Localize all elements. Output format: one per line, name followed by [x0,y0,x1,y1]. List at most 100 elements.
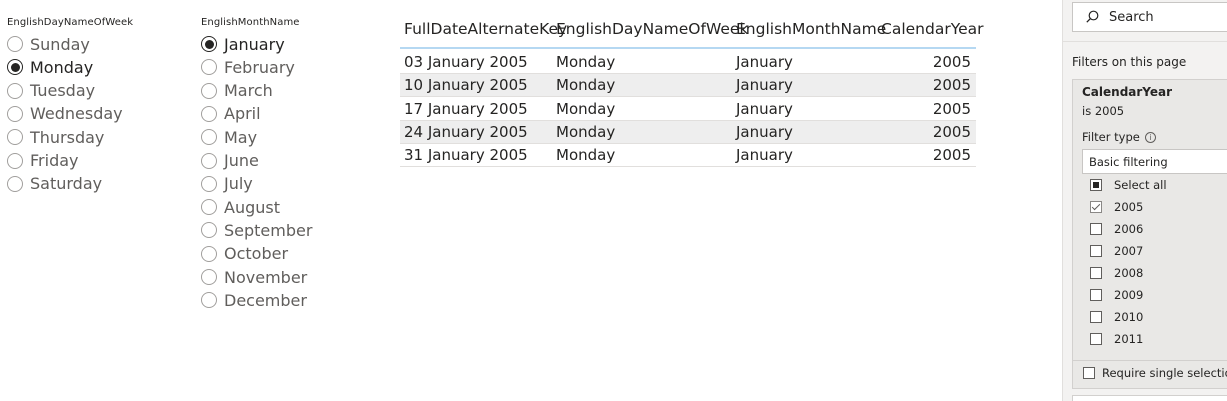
search-icon [1086,10,1099,23]
table-row[interactable]: 10 January 2005 Monday January 2005 [400,74,976,98]
select-all-label: Select all [1114,178,1167,192]
table-row[interactable]: 17 January 2005 Monday January 2005 [400,98,976,121]
month-option-february[interactable]: February [201,56,295,78]
table-row[interactable]: 31 January 2005 Monday January 2005 [400,144,976,168]
radio-button[interactable] [7,129,23,146]
column-header-fulldatealternatekey[interactable]: FullDateAlternateKey [404,20,567,38]
filter-item-2008[interactable]: 2008 [1090,264,1143,282]
info-icon[interactable]: i [1144,131,1156,143]
filter-item-label: 2007 [1114,244,1144,258]
table-cell-date: 10 January 2005 [404,76,528,95]
day-option-monday[interactable]: Monday [7,56,93,78]
day-option-sunday[interactable]: Sunday [7,33,90,55]
month-option-may[interactable]: May [201,126,257,148]
checkbox[interactable] [1090,333,1102,345]
filter-type-dropdown[interactable]: Basic filtering [1082,149,1227,174]
filter-field-name: CalendarYear [1082,85,1173,99]
day-option-friday[interactable]: Friday [7,150,79,172]
filter-item-2007[interactable]: 2007 [1090,242,1143,260]
filter-search-box[interactable]: Search [1072,2,1227,32]
month-option-march[interactable]: March [201,80,273,102]
checkbox[interactable] [1090,223,1102,235]
checkbox[interactable] [1090,267,1102,279]
column-header-englishdaynameofweek[interactable]: EnglishDayNameOfWeek [556,20,748,38]
filter-item-2010[interactable]: 2010 [1090,308,1143,326]
day-slicer-title: EnglishDayNameOfWeek [7,17,134,28]
month-option-april[interactable]: April [201,103,261,125]
table-cell-day: Monday [556,76,616,95]
day-option-saturday[interactable]: Saturday [7,173,102,195]
option-label: Monday [30,57,94,77]
filter-type-label: Filter type i [1082,130,1156,144]
require-single-selection[interactable]: Require single selection [1083,366,1227,380]
select-all-checkbox[interactable]: Select all [1090,176,1167,194]
column-header-calendaryear[interactable]: CalendarYear [881,20,984,38]
calendaryear-filter-card[interactable]: CalendarYear is 2005 Filter type i Basic… [1072,79,1227,389]
radio-button[interactable] [7,152,23,169]
table-cell-date: 31 January 2005 [404,146,528,165]
day-option-wednesday[interactable]: Wednesday [7,103,123,125]
month-option-september[interactable]: September [201,219,312,241]
option-label: Saturday [30,174,103,194]
option-label: July [224,174,253,194]
radio-button[interactable] [201,222,217,239]
radio-button[interactable] [201,105,217,122]
radio-button[interactable] [201,36,217,52]
filter-item-label: 2009 [1114,288,1144,302]
day-option-thursday[interactable]: Thursday [7,126,104,148]
month-option-december[interactable]: December [201,289,307,311]
radio-button[interactable] [201,82,217,99]
table-cell-day: Monday [556,146,616,165]
radio-button[interactable] [201,175,217,192]
filter-item-2011[interactable]: 2011 [1090,330,1143,348]
day-option-tuesday[interactable]: Tuesday [7,80,95,102]
month-option-january[interactable]: January [201,33,285,55]
table-cell-month: January [736,53,793,71]
filter-type-text: Filter type [1082,130,1140,144]
radio-button[interactable] [201,59,217,76]
radio-button[interactable] [7,105,23,122]
radio-button[interactable] [201,245,217,262]
filter-item-2006[interactable]: 2006 [1090,220,1143,238]
radio-button[interactable] [201,292,217,309]
radio-button[interactable] [7,175,23,192]
checkbox[interactable] [1090,289,1102,301]
filter-item-2009[interactable]: 2009 [1090,286,1143,304]
search-label: Search [1109,10,1154,25]
filter-item-label: 2011 [1114,332,1144,346]
table-cell-month: January [736,99,793,118]
radio-button[interactable] [201,199,217,216]
radio-button[interactable] [201,152,217,169]
month-option-august[interactable]: August [201,196,280,218]
radio-button[interactable] [201,129,217,146]
checkbox[interactable] [1090,245,1102,257]
table-cell-month: January [736,76,793,95]
month-option-october[interactable]: October [201,243,288,265]
table-cell-year: 2005 [932,53,971,71]
filter-item-2005[interactable]: 2005 [1090,198,1143,216]
table-cell-day: Monday [556,53,616,71]
table-cell-date: 24 January 2005 [404,122,528,141]
filter-item-label: 2005 [1114,200,1144,214]
month-option-june[interactable]: June [201,150,259,172]
month-option-july[interactable]: July [201,173,253,195]
table-row[interactable]: 24 January 2005 Monday January 2005 [400,120,976,144]
table-cell-month: January [736,146,793,165]
select-all-box[interactable] [1090,179,1102,191]
column-header-englishmonthname[interactable]: EnglishMonthName [736,20,886,38]
option-label: August [224,197,280,217]
radio-button[interactable] [7,59,23,76]
checkbox[interactable] [1090,201,1102,213]
require-single-checkbox[interactable] [1083,367,1095,379]
option-label: February [224,57,295,77]
radio-button[interactable] [201,269,217,285]
next-filter-card[interactable] [1072,395,1227,401]
month-option-november[interactable]: November [201,266,307,288]
filter-item-label: 2006 [1114,222,1144,236]
table-row[interactable]: 03 January 2005 Monday January 2005 [400,51,976,74]
table-cell-day: Monday [556,122,616,141]
checkbox[interactable] [1090,311,1102,323]
option-label: January [224,34,285,54]
radio-button[interactable] [7,82,23,99]
radio-button[interactable] [7,36,23,52]
